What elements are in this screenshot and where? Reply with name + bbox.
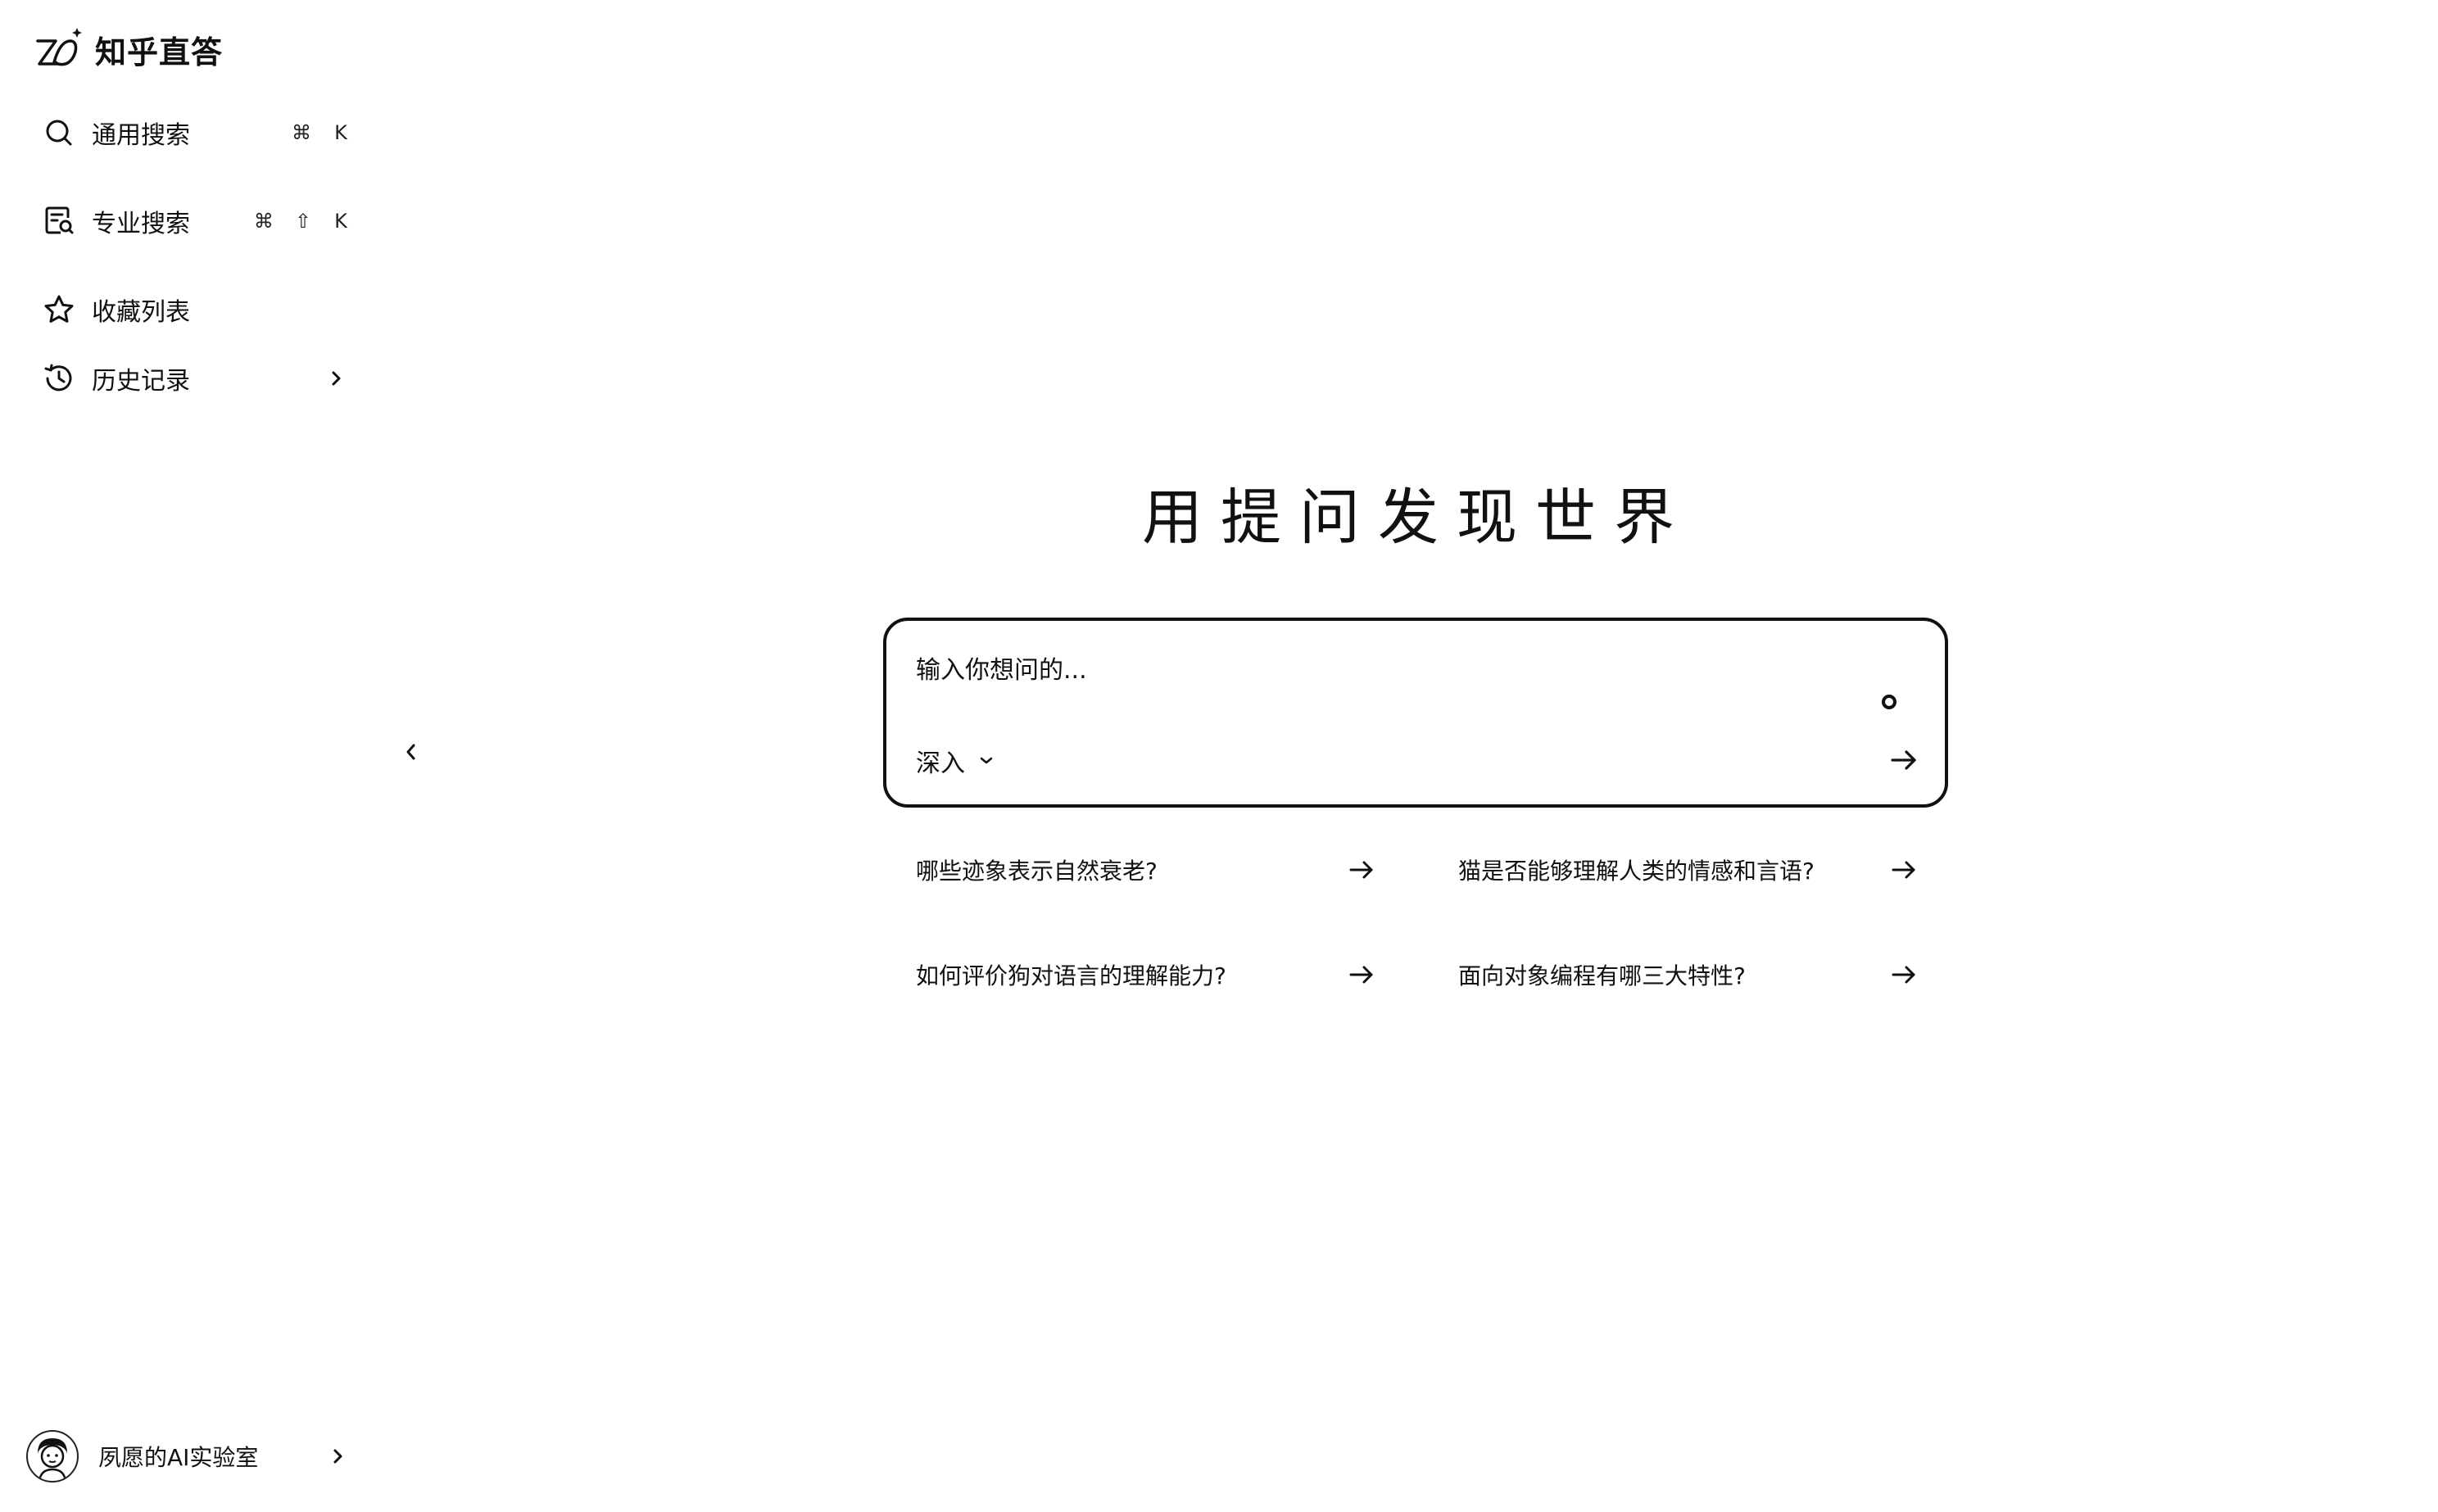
sidebar-item-label: 收藏列表 (92, 298, 190, 327)
chevron-right-icon (333, 1449, 342, 1464)
user-name: 夙愿的AI实验室 (98, 1444, 259, 1471)
chevron-left-icon (406, 744, 415, 760)
command-key: ⌘ (292, 121, 311, 144)
collapse-sidebar-button[interactable] (395, 732, 428, 772)
suggestion-item[interactable]: 面向对象编程有哪三大特性? (1458, 952, 1920, 998)
sidebar-item-general-search[interactable]: 通用搜索 ⌘ K (43, 108, 352, 157)
star-icon (44, 295, 74, 323)
command-key: ⌘ (253, 210, 274, 233)
arrow-right-icon (1892, 861, 1915, 879)
avatar-image (38, 1438, 67, 1481)
clock-icon (44, 364, 72, 392)
k-key: K (334, 210, 347, 233)
sidebar-item-label: 历史记录 (92, 367, 190, 396)
chevron-down-icon (980, 757, 993, 764)
sidebar-item-history[interactable]: 历史记录 (43, 354, 352, 403)
user-profile[interactable]: 夙愿的AI实验室 (26, 1428, 354, 1484)
shortcut-hint: ⌘ ⇧ K (254, 197, 349, 246)
shortcut-hint: ⌘ K (292, 108, 349, 157)
suggestion-text: 猫是否能够理解人类的情感和言语? (1458, 858, 1815, 885)
sidebar-item-label: 通用搜索 (92, 121, 190, 150)
k-key: K (334, 121, 347, 144)
sidebar-item-label: 专业搜索 (92, 210, 190, 238)
suggestion-item[interactable]: 如何评价狗对语言的理解能力? (916, 952, 1378, 998)
page-headline: 用提问发现世界 (1142, 482, 1693, 553)
search-box: 深入 (883, 618, 1948, 808)
sidebar-item-pro-search[interactable]: 专业搜索 ⌘ ⇧ K (43, 197, 352, 246)
doc-search-icon (45, 206, 74, 234)
search-icon (46, 120, 72, 146)
zhida-logo-icon (36, 28, 82, 66)
suggestion-item[interactable]: 猫是否能够理解人类的情感和言语? (1458, 847, 1920, 893)
sidebar-item-favorites[interactable]: 收藏列表 (43, 285, 352, 334)
arrow-right-icon (1891, 750, 1916, 770)
avatar (26, 1430, 79, 1483)
suggestion-text: 面向对象编程有哪三大特性? (1458, 962, 1746, 989)
submit-button[interactable] (1886, 742, 1922, 778)
mode-dropdown[interactable]: 深入 (916, 740, 996, 781)
chevron-right-icon (332, 371, 341, 386)
app-logo[interactable]: 知乎直答 (33, 25, 223, 74)
voice-indicator-icon[interactable] (1882, 695, 1896, 709)
arrow-right-icon (1892, 966, 1915, 984)
arrow-right-icon (1349, 861, 1373, 879)
search-input[interactable] (916, 650, 1817, 690)
arrow-right-icon (1349, 966, 1373, 984)
suggestion-text: 哪些迹象表示自然衰老? (916, 858, 1158, 885)
suggestion-text: 如何评价狗对语言的理解能力? (916, 962, 1226, 989)
suggestion-item[interactable]: 哪些迹象表示自然衰老? (916, 847, 1378, 893)
shift-key: ⇧ (294, 210, 311, 233)
mode-label: 深入 (916, 749, 965, 778)
app-root: 知乎直答 通用搜索 ⌘ K 专业搜索 ⌘ ⇧ K 收藏列表 历史记录 夙愿的AI… (0, 0, 2438, 1512)
app-title: 知乎直答 (95, 34, 224, 70)
